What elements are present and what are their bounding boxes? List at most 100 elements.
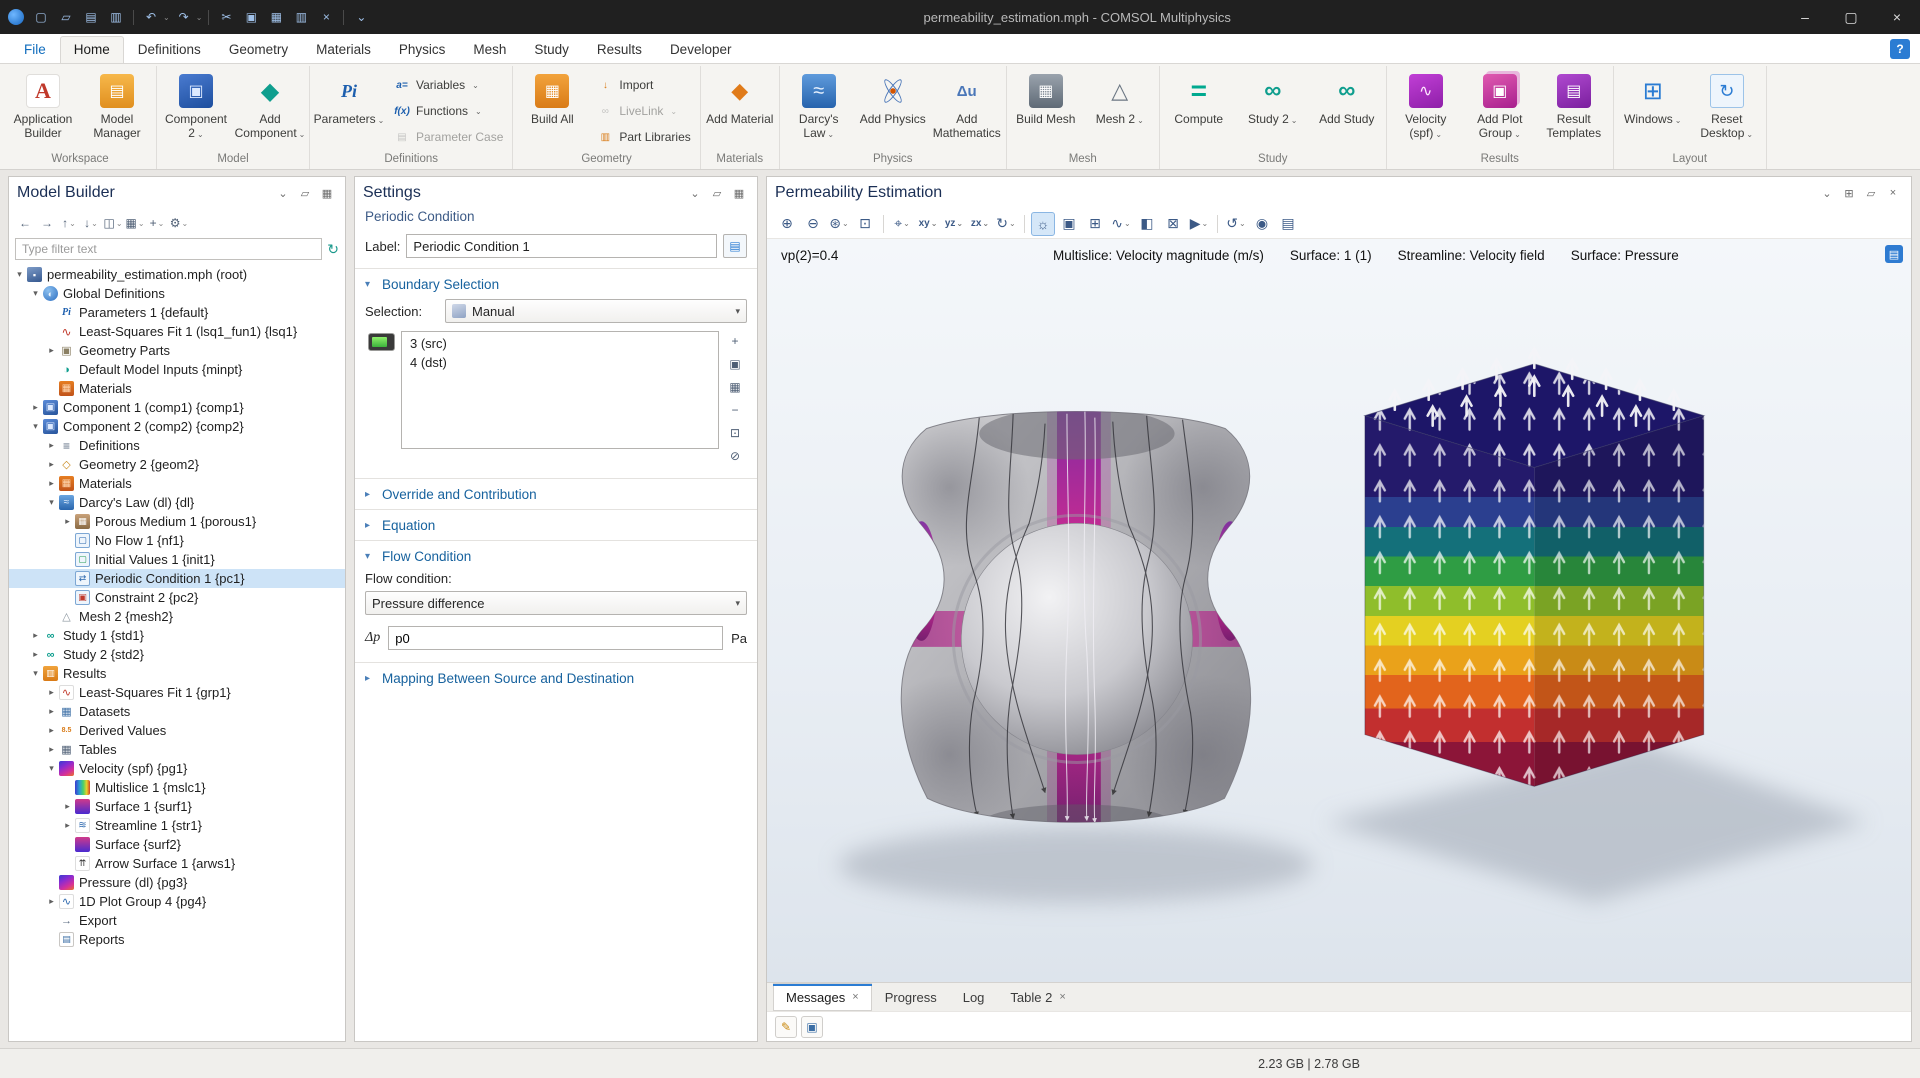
mapping-header[interactable]: ▸ Mapping Between Source and Destination [355,663,757,693]
model-manager-button[interactable]: ▤Model Manager [81,69,153,151]
result-templates-button[interactable]: ▤Result Templates [1538,69,1610,151]
move-down-icon[interactable]: ↓⌄ [81,213,101,233]
snapshot-icon[interactable]: ◉ [1250,212,1274,236]
view-xy-icon[interactable]: xy⌄ [916,212,940,236]
customize-icon[interactable]: ⌄ [350,6,372,28]
add-selection-icon[interactable]: + [725,331,745,351]
update-plot-icon[interactable]: ↺⌄ [1224,212,1248,236]
darcy-s-law-button[interactable]: ≈Darcy's Law⌄ [783,69,855,151]
expand-arrow-icon[interactable]: ▸ [29,649,42,660]
tree-item[interactable]: ▦Materials [9,379,345,398]
expand-arrow-icon[interactable]: ▸ [45,744,58,755]
tree-item[interactable]: ▸8.5Derived Values [9,721,345,740]
color-legend-icon[interactable]: ◧ [1135,212,1159,236]
tree-item[interactable]: Multislice 1 {mslc1} [9,778,345,797]
add-component-button[interactable]: ◆Add Component⌄ [234,69,306,151]
collapse-arrow-icon[interactable]: ▾ [29,421,42,432]
expand-arrow-icon[interactable]: ▸ [45,459,58,470]
expand-all-icon[interactable]: +⌄ [147,213,167,233]
flow-condition-header[interactable]: ▾ Flow Condition [355,541,757,571]
float-panel-icon[interactable]: ▱ [707,183,727,203]
tree-item[interactable]: ▸▣Geometry Parts [9,341,345,360]
zoom-in-icon[interactable]: ⊕ [775,212,799,236]
tree-item[interactable]: PiParameters 1 {default} [9,303,345,322]
tree-item[interactable]: ▾Velocity (spf) {pg1} [9,759,345,778]
part-libraries-button[interactable]: ▥Part Libraries [590,125,696,149]
refresh-icon[interactable]: ↻ [327,241,339,258]
plot-settings-icon[interactable]: ∿⌄ [1109,212,1133,236]
cut-icon[interactable]: ✂ [215,6,237,28]
build-mesh-button[interactable]: ▦Build Mesh [1010,69,1082,151]
dock-panel-icon[interactable]: ▦ [317,183,337,203]
tree-item[interactable]: ▸▣Component 1 (comp1) {comp1} [9,398,345,417]
undo-icon[interactable]: ↶ [140,6,162,28]
panel-splitter[interactable] [349,176,351,1042]
expand-arrow-icon[interactable]: ▸ [45,478,58,489]
tree-item[interactable]: ▸∿Least-Squares Fit 1 {grp1} [9,683,345,702]
tree-item[interactable]: ▸≋Streamline 1 {str1} [9,816,345,835]
add-mathematics-button[interactable]: ΔuAdd Mathematics [931,69,1003,151]
help-icon[interactable]: ? [1890,39,1910,59]
reset-desktop-button[interactable]: ↻Reset Desktop⌄ [1691,69,1763,151]
tab-log[interactable]: Log [950,983,998,1011]
label-input[interactable] [406,234,717,258]
parameter-case-button[interactable]: ▤Parameter Case [387,125,509,149]
remove-selection-icon[interactable]: − [725,400,745,420]
comsol-logo-icon[interactable] [8,9,24,25]
selection-dropdown[interactable]: Manual ▾ [445,299,747,323]
flow-condition-dropdown[interactable]: Pressure difference ▾ [365,591,747,615]
pressure-difference-input[interactable] [388,626,723,650]
livelink-button[interactable]: ∞LiveLink⌄ [590,99,696,123]
tree-item[interactable]: ∿Least-Squares Fit 1 (lsq1_fun1) {lsq1} [9,322,345,341]
close-tab-icon[interactable]: × [852,991,858,1003]
mesh-2-button[interactable]: △Mesh 2⌄ [1084,69,1156,151]
new-file-icon[interactable]: ▢ [30,6,52,28]
tree-item[interactable]: ▸◇Geometry 2 {geom2} [9,455,345,474]
window-minimize-button[interactable]: – [1782,0,1828,34]
show-icon[interactable]: ◫⌄ [103,213,123,233]
expand-arrow-icon[interactable]: ▸ [61,516,74,527]
model-settings-icon[interactable]: ⚙⌄ [169,213,189,233]
duplicate-icon[interactable]: ▥ [290,6,312,28]
velocity-spf-button[interactable]: ∿Velocity (spf)⌄ [1390,69,1462,151]
graphics-canvas[interactable]: vp(2)=0.4 Multislice: Velocity magnitude… [767,239,1911,982]
tree-item[interactable]: ▸▦Materials [9,474,345,493]
tree-item[interactable]: ▸∞Study 2 {std2} [9,645,345,664]
windows-button[interactable]: ⊞Windows⌄ [1617,69,1689,151]
tab-progress[interactable]: Progress [872,983,950,1011]
tree-item[interactable]: ▸∞Study 1 {std1} [9,626,345,645]
redo-icon[interactable]: ↷ [173,6,195,28]
functions-button[interactable]: f(x)Functions⌄ [387,99,509,123]
application-builder-button[interactable]: AApplication Builder [7,69,79,151]
expand-arrow-icon[interactable]: ▸ [29,630,42,641]
menu-tab-file[interactable]: File [10,36,60,63]
tree-item[interactable]: ▾▥Results [9,664,345,683]
menu-tab-results[interactable]: Results [583,36,656,63]
tree-item[interactable]: →Export [9,911,345,930]
menu-tab-mesh[interactable]: Mesh [459,36,520,63]
tree-item[interactable]: ⇈Arrow Surface 1 {arws1} [9,854,345,873]
tab-table-2[interactable]: Table 2× [997,983,1078,1011]
component-2-button[interactable]: ▣Component 2⌄ [160,69,232,151]
expand-arrow-icon[interactable]: ▸ [45,345,58,356]
copy-selection-icon[interactable]: ▣ [725,354,745,374]
selection-list-item[interactable]: 4 (dst) [402,353,718,372]
boundary-selection-header[interactable]: ▾ Boundary Selection [355,269,757,299]
save-icon[interactable]: ▤ [80,6,102,28]
image-snapshot-icon[interactable]: ▣ [1057,212,1081,236]
tree-item[interactable]: ▤Reports [9,930,345,949]
build-all-button[interactable]: ▦Build All [516,69,588,151]
paste-selection-icon[interactable]: ▦ [725,377,745,397]
scene-light-icon[interactable]: ☼ [1031,212,1055,236]
move-up-icon[interactable]: ↑⌄ [59,213,79,233]
tree-item[interactable]: ▣Constraint 2 {pc2} [9,588,345,607]
select-mode-icon[interactable]: ▶⌄ [1187,212,1211,236]
selection-list-item[interactable]: 3 (src) [402,334,718,353]
copy-text-icon[interactable]: ▣ [801,1016,823,1038]
compute-button[interactable]: =Compute [1163,69,1235,151]
equation-header[interactable]: ▸ Equation [355,510,757,540]
show-table-icon[interactable]: ⊞ [1083,212,1107,236]
boundary-selection-list[interactable]: 3 (src)4 (dst) [401,331,719,449]
collapse-arrow-icon[interactable]: ▾ [13,269,26,280]
close-panel-icon[interactable]: × [1883,183,1903,203]
